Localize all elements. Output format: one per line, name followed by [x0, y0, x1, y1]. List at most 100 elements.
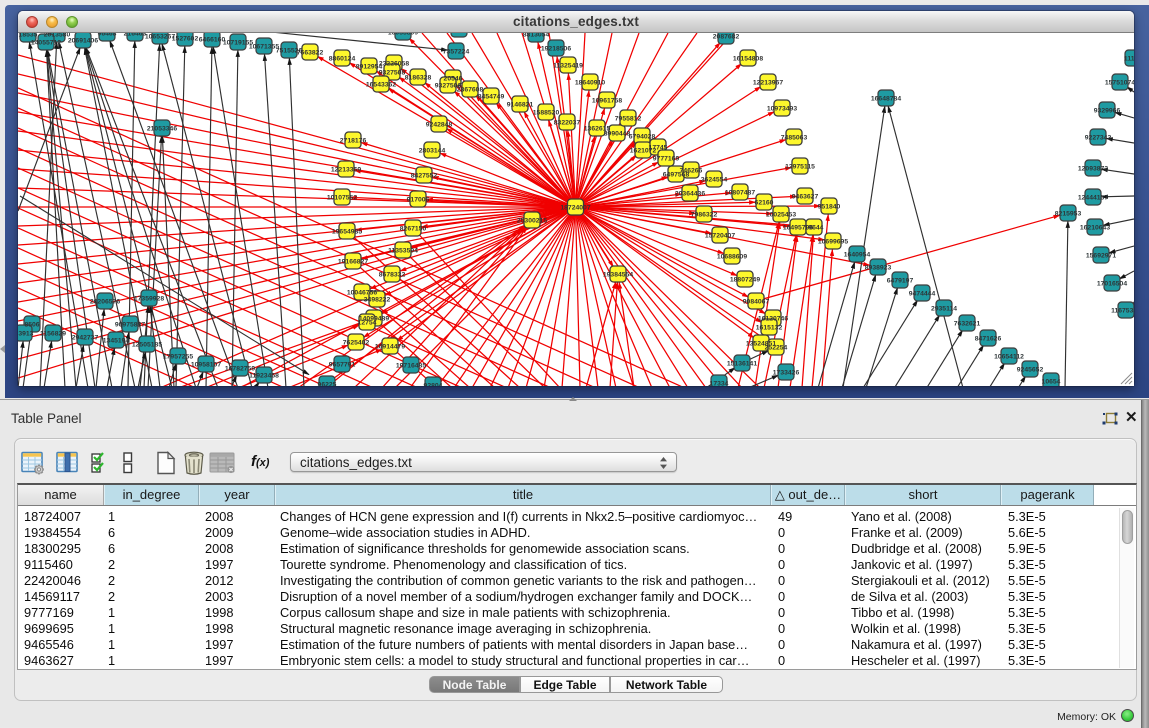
svg-text:11325419: 11325419 — [553, 62, 583, 69]
svg-text:17334: 17334 — [710, 380, 729, 386]
svg-text:20546: 20546 — [444, 75, 463, 82]
svg-text:9245652: 9245652 — [1017, 366, 1044, 373]
svg-text:216463: 216463 — [124, 33, 147, 37]
svg-text:16543362: 16543362 — [366, 81, 396, 88]
svg-text:3624554: 3624554 — [701, 176, 728, 183]
svg-text:9657791: 9657791 — [329, 361, 356, 368]
svg-text:3498222: 3498222 — [364, 296, 391, 303]
svg-text:10046756: 10046756 — [347, 289, 377, 296]
svg-text:9084067: 9084067 — [743, 298, 770, 305]
svg-text:14055712: 14055712 — [31, 39, 61, 46]
svg-text:19166827: 19166827 — [338, 258, 368, 265]
svg-text:16033809: 16033809 — [388, 33, 418, 36]
svg-text:8506: 8506 — [24, 321, 39, 328]
svg-text:15720407: 15720407 — [705, 232, 735, 239]
svg-text:7986322: 7986322 — [691, 211, 718, 218]
svg-text:12975115: 12975115 — [785, 163, 815, 170]
svg-text:8215953: 8215953 — [1055, 210, 1082, 217]
svg-text:8678332: 8678332 — [379, 271, 406, 278]
svg-text:21053346: 21053346 — [147, 125, 177, 132]
svg-text:2867608: 2867608 — [457, 86, 484, 93]
svg-text:92804: 92804 — [424, 382, 443, 386]
svg-text:11353594: 11353594 — [388, 247, 418, 254]
svg-text:8471626: 8471626 — [975, 335, 1002, 342]
svg-text:17359928: 17359928 — [134, 295, 164, 302]
svg-text:8860124: 8860124 — [329, 55, 356, 62]
svg-text:18724007: 18724007 — [560, 204, 590, 211]
svg-text:7955812: 7955812 — [615, 115, 642, 122]
svg-text:1588520: 1588520 — [533, 109, 560, 116]
svg-text:96225: 96225 — [318, 381, 337, 386]
svg-text:19716485: 19716485 — [396, 362, 426, 369]
svg-text:8813054: 8813054 — [523, 33, 550, 38]
svg-text:8990448: 8990448 — [604, 130, 631, 137]
svg-text:11123: 11123 — [1124, 55, 1134, 62]
svg-text:6794028: 6794028 — [629, 133, 656, 140]
svg-text:252254: 252254 — [765, 344, 788, 351]
svg-text:19654985: 19654985 — [332, 228, 362, 235]
svg-text:12505185: 12505185 — [132, 341, 162, 348]
svg-text:6466160: 6466160 — [199, 36, 226, 43]
svg-text:96468: 96468 — [98, 33, 117, 37]
svg-text:16154808: 16154808 — [733, 55, 763, 62]
svg-text:1345194: 1345194 — [103, 337, 130, 344]
svg-text:16648784: 16648784 — [871, 95, 901, 102]
svg-text:9463627: 9463627 — [792, 193, 819, 200]
svg-text:9327508: 9327508 — [379, 69, 406, 76]
svg-text:951840: 951840 — [818, 203, 841, 210]
svg-text:2087682: 2087682 — [713, 33, 740, 40]
svg-text:10688609: 10688609 — [717, 253, 747, 260]
svg-text:23226058: 23226058 — [379, 60, 409, 67]
svg-text:19384554: 19384554 — [603, 271, 633, 278]
svg-text:7632621: 7632621 — [954, 320, 981, 327]
svg-text:8186328: 8186328 — [405, 74, 432, 81]
svg-text:10654: 10654 — [1042, 378, 1061, 385]
svg-text:17016504: 17016504 — [1097, 280, 1127, 287]
svg-text:8427552: 8427552 — [411, 172, 438, 179]
svg-text:20206576: 20206576 — [90, 298, 120, 305]
svg-text:1527602: 1527602 — [172, 35, 199, 42]
svg-text:19644: 19644 — [805, 224, 824, 231]
svg-text:9146821: 9146821 — [507, 101, 534, 108]
svg-text:62160: 62160 — [755, 199, 774, 206]
svg-text:18535: 18535 — [19, 33, 38, 38]
svg-text:12213369: 12213369 — [331, 166, 361, 173]
svg-text:6479197: 6479197 — [887, 277, 914, 284]
svg-text:19218506: 19218506 — [541, 45, 571, 52]
svg-text:1640954: 1640954 — [844, 251, 871, 258]
svg-text:9329966: 9329966 — [1094, 107, 1121, 114]
svg-text:63913: 63913 — [18, 330, 34, 337]
svg-text:18807249: 18807249 — [730, 276, 760, 283]
svg-text:2013580: 2013580 — [44, 33, 71, 38]
svg-text:11923468: 11923468 — [249, 372, 279, 379]
svg-text:9777169: 9777169 — [653, 155, 680, 162]
svg-text:15136141: 15136141 — [727, 360, 757, 367]
svg-text:7663822: 7663822 — [297, 49, 324, 56]
svg-text:10654112: 10654112 — [994, 353, 1024, 360]
svg-text:17745: 17745 — [649, 144, 668, 151]
svg-text:16914479: 16914479 — [375, 343, 405, 350]
svg-text:90975887: 90975887 — [115, 321, 145, 328]
svg-text:10653267: 10653267 — [145, 33, 175, 40]
svg-text:9474444: 9474444 — [909, 290, 936, 297]
svg-text:2718176: 2718176 — [340, 137, 367, 144]
svg-text:16782759: 16782759 — [225, 365, 255, 372]
svg-text:12213967: 12213967 — [753, 79, 783, 86]
svg-text:10699695: 10699695 — [818, 238, 848, 245]
svg-text:746266: 746266 — [680, 167, 703, 174]
svg-text:2942737: 2942737 — [72, 334, 99, 341]
svg-text:16210643: 16210643 — [1080, 224, 1110, 231]
svg-text:12093873: 12093873 — [1078, 165, 1108, 172]
svg-text:8322037: 8322037 — [554, 119, 581, 126]
svg-text:7485063: 7485063 — [781, 134, 808, 141]
svg-text:2935114: 2935114 — [931, 305, 957, 312]
svg-text:2803144: 2803144 — [419, 147, 446, 154]
svg-text:10671355: 10671355 — [249, 43, 279, 50]
svg-text:11675339: 11675339 — [1111, 307, 1134, 314]
svg-text:917006: 917006 — [407, 196, 430, 203]
svg-text:15692971: 15692971 — [1086, 252, 1116, 259]
svg-text:10958107: 10958107 — [191, 361, 221, 368]
svg-text:10973493: 10973493 — [767, 105, 797, 112]
svg-text:20364436: 20364436 — [675, 190, 705, 197]
svg-text:1615132: 1615132 — [756, 324, 783, 331]
